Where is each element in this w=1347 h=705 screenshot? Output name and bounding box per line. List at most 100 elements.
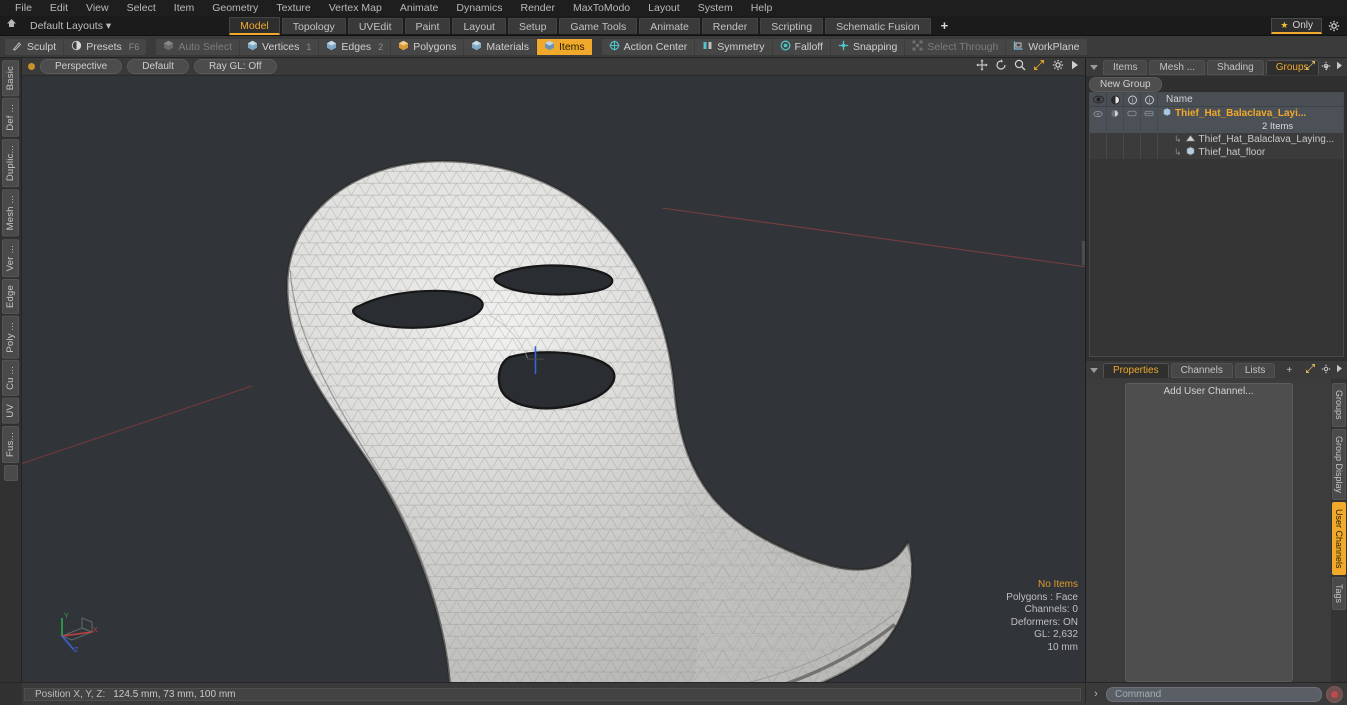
left-tab-curve[interactable]: Cu ...	[2, 360, 19, 397]
table-row[interactable]: Thief_Hat_Balaclava_Layi...	[1090, 107, 1343, 120]
row-render-icon[interactable]	[1107, 107, 1124, 120]
viewport-3d[interactable]: No Items Polygons : Face Channels: 0 Def…	[22, 76, 1085, 682]
side-tab-groups[interactable]: Groups	[1332, 383, 1346, 427]
left-tab-polygon[interactable]: Poly ...	[2, 315, 19, 359]
row-wire-icon[interactable]	[1141, 120, 1158, 133]
sculpt-button[interactable]: Sculpt	[5, 38, 65, 55]
row-eye-icon[interactable]	[1090, 146, 1107, 159]
chevron-right-icon[interactable]	[1336, 364, 1343, 376]
menu-item-help[interactable]: Help	[742, 0, 782, 16]
symmetry-button[interactable]: Symmetry	[695, 38, 773, 55]
tree-item-group[interactable]: Thief_Hat_Balaclava_Layi...	[1158, 107, 1343, 120]
add-user-channel-button[interactable]: Add User Channel...	[1124, 383, 1293, 682]
layout-tab-setup[interactable]: Setup	[507, 17, 558, 34]
expand-icon[interactable]	[1305, 60, 1316, 74]
tab-properties[interactable]: Properties	[1103, 362, 1169, 378]
left-tab-mesh[interactable]: Mesh ...	[2, 189, 19, 237]
table-row[interactable]: ↳ Thief_hat_floor	[1090, 146, 1343, 159]
layout-tab-topology[interactable]: Topology	[281, 17, 346, 34]
left-tab-edge[interactable]: Edge	[2, 278, 19, 314]
default-layouts-selector[interactable]: Default Layouts ▾	[22, 16, 119, 36]
menu-item-dynamics[interactable]: Dynamics	[447, 0, 511, 16]
row-wire-icon[interactable]	[1141, 107, 1158, 120]
tree-item-mesh-2[interactable]: ↳ Thief_hat_floor	[1158, 146, 1343, 159]
chevron-right-icon[interactable]	[1336, 61, 1343, 73]
new-group-button[interactable]: New Group	[1089, 76, 1162, 92]
wire-icon[interactable]: i	[1141, 92, 1158, 107]
viewport-view-mode-button[interactable]: Perspective	[40, 59, 123, 74]
axis-gizmo[interactable]: Y X Z	[52, 606, 100, 657]
falloff-button[interactable]: Falloff	[773, 38, 831, 55]
left-tab-duplicate[interactable]: Duplic...	[2, 138, 19, 188]
table-row[interactable]: ↳ Thief_Hat_Balaclava_Laying...	[1090, 133, 1343, 146]
viewport-scrollbar[interactable]	[1082, 241, 1085, 265]
row-lock-icon[interactable]	[1124, 107, 1141, 120]
tab-lists[interactable]: Lists	[1234, 362, 1276, 378]
layout-tab-scripting[interactable]: Scripting	[760, 17, 824, 34]
workplane-button[interactable]: WorkPlane	[1006, 39, 1086, 55]
menu-item-texture[interactable]: Texture	[267, 0, 319, 16]
menu-item-render[interactable]: Render	[512, 0, 564, 16]
layout-tab-game-tools[interactable]: Game Tools	[559, 17, 638, 34]
fit-icon[interactable]	[1033, 59, 1045, 74]
row-render-icon[interactable]	[1107, 146, 1124, 159]
left-tab-deform[interactable]: Def ...	[2, 98, 19, 137]
row-lock-icon[interactable]	[1124, 120, 1141, 133]
position-readout[interactable]: Position X, Y, Z: 124.5 mm, 73 mm, 100 m…	[24, 687, 1081, 701]
snapping-button[interactable]: Snapping	[831, 38, 906, 55]
layout-tab-animate[interactable]: Animate	[639, 17, 700, 34]
row-wire-icon[interactable]	[1141, 133, 1158, 146]
tree-empty-area[interactable]	[1090, 159, 1343, 356]
menu-item-geometry[interactable]: Geometry	[203, 0, 267, 16]
command-input[interactable]: Command	[1106, 686, 1322, 702]
row-render-icon[interactable]	[1107, 133, 1124, 146]
play-icon[interactable]	[1071, 60, 1079, 73]
layout-tab-render[interactable]: Render	[701, 17, 759, 34]
polygons-button[interactable]: Polygons	[391, 38, 465, 55]
menu-item-maxtomodo[interactable]: MaxToModo	[564, 0, 639, 16]
side-tab-user-channels[interactable]: User Channels	[1332, 501, 1346, 576]
lock-icon[interactable]: i	[1124, 92, 1141, 107]
side-tab-tags[interactable]: Tags	[1332, 577, 1346, 611]
expand-icon[interactable]	[1305, 363, 1316, 377]
row-lock-icon[interactable]	[1124, 146, 1141, 159]
only-button[interactable]: ★ Only	[1271, 17, 1322, 34]
row-render-icon[interactable]	[1107, 120, 1124, 133]
menu-item-edit[interactable]: Edit	[41, 0, 77, 16]
home-icon[interactable]	[0, 16, 22, 36]
presets-button[interactable]: Presets F6	[64, 39, 146, 55]
row-eye-icon[interactable]	[1090, 107, 1107, 120]
side-tab-group-display[interactable]: Group Display	[1332, 428, 1346, 500]
menu-item-select[interactable]: Select	[118, 0, 165, 16]
menu-item-item[interactable]: Item	[165, 0, 203, 16]
zoom-icon[interactable]	[1014, 59, 1026, 74]
vertices-button[interactable]: Vertices 1	[240, 38, 320, 55]
add-layout-tab-button[interactable]: +	[933, 18, 957, 34]
auto-select-button[interactable]: Auto Select	[156, 38, 241, 55]
left-tab-vertex[interactable]: Ver ...	[2, 238, 19, 277]
layout-tab-paint[interactable]: Paint	[404, 17, 451, 34]
tab-channels[interactable]: Channels	[1170, 362, 1233, 378]
menu-item-animate[interactable]: Animate	[391, 0, 448, 16]
row-eye-icon[interactable]	[1090, 133, 1107, 146]
layout-tab-model[interactable]: Model	[229, 16, 280, 35]
panel-tab-shading[interactable]: Shading	[1207, 59, 1264, 75]
select-through-button[interactable]: Select Through	[905, 38, 1007, 55]
left-tab-fusion[interactable]: Fus...	[2, 425, 19, 463]
menu-item-system[interactable]: System	[689, 0, 742, 16]
row-eye-icon[interactable]	[1090, 120, 1107, 133]
row-wire-icon[interactable]	[1141, 146, 1158, 159]
gear-icon[interactable]	[1321, 61, 1331, 74]
rotate-icon[interactable]	[995, 59, 1007, 74]
render-icon[interactable]	[1107, 92, 1124, 107]
left-tab-basic[interactable]: Basic	[2, 60, 19, 97]
layout-tab-schematic-fusion[interactable]: Schematic Fusion	[825, 17, 931, 34]
action-center-button[interactable]: Action Center	[602, 38, 696, 55]
layout-tab-layout[interactable]: Layout	[452, 17, 506, 34]
gear-icon[interactable]	[1325, 18, 1343, 34]
eye-icon[interactable]	[1090, 92, 1107, 107]
viewport-raygl-button[interactable]: Ray GL: Off	[193, 59, 277, 74]
panel-menu-triangle-icon[interactable]	[1090, 64, 1098, 70]
gear-icon[interactable]	[1321, 364, 1331, 377]
left-strip-collapse-handle[interactable]	[3, 464, 18, 481]
